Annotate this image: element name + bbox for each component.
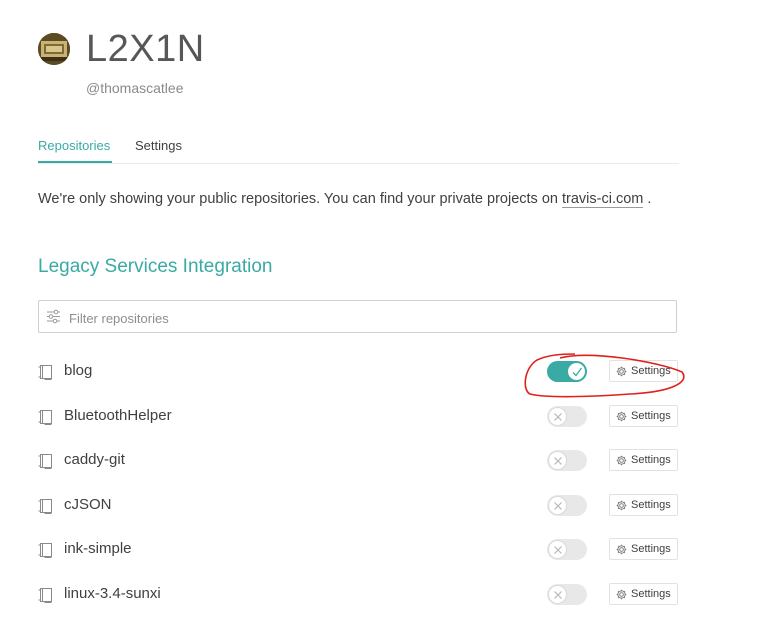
repository-toggle[interactable] bbox=[547, 584, 587, 605]
avatar bbox=[38, 33, 70, 65]
book-icon bbox=[38, 587, 53, 608]
settings-label: Settings bbox=[631, 454, 671, 467]
public-repos-notice: We're only showing your public repositor… bbox=[38, 191, 652, 208]
tab-settings[interactable]: Settings bbox=[135, 138, 182, 153]
profile-name: L2X1N bbox=[86, 28, 205, 70]
book-icon bbox=[38, 409, 53, 430]
toggle-knob bbox=[549, 407, 566, 425]
repository-name[interactable]: blog bbox=[64, 362, 92, 379]
x-icon bbox=[554, 501, 562, 510]
repository-toggle[interactable] bbox=[547, 450, 587, 472]
settings-label: Settings bbox=[631, 409, 671, 422]
filter-box[interactable] bbox=[38, 300, 677, 333]
repository-toggle[interactable] bbox=[547, 494, 587, 516]
sliders-icon bbox=[46, 309, 61, 329]
repository-row: blog Settings bbox=[38, 357, 680, 387]
filter-input[interactable] bbox=[67, 307, 671, 329]
section-title: Legacy Services Integration bbox=[38, 256, 273, 277]
toggle-knob bbox=[549, 452, 566, 470]
gear-icon bbox=[616, 589, 627, 603]
book-icon bbox=[38, 364, 53, 385]
gear-icon bbox=[616, 411, 627, 425]
repository-settings-button[interactable]: Settings bbox=[609, 538, 678, 561]
repository-settings-button[interactable]: Settings bbox=[609, 493, 678, 516]
repository-row: ink-simple Settings bbox=[38, 535, 680, 565]
repository-row: caddy-git Settings bbox=[38, 446, 680, 476]
book-icon bbox=[38, 542, 53, 563]
settings-label: Settings bbox=[631, 588, 671, 600]
x-icon bbox=[554, 457, 562, 466]
toggle-knob bbox=[549, 541, 566, 559]
settings-label: Settings bbox=[631, 543, 671, 556]
check-icon bbox=[572, 367, 582, 377]
gear-icon bbox=[616, 500, 627, 514]
settings-label: Settings bbox=[631, 498, 671, 511]
x-icon bbox=[554, 591, 562, 599]
repository-row: linux-3.4-sunxi Settings bbox=[38, 580, 680, 610]
travis-ci-link[interactable]: travis-ci.com bbox=[562, 191, 644, 208]
repository-name[interactable]: ink-simple bbox=[64, 540, 132, 557]
active-tab-indicator bbox=[38, 161, 112, 163]
tab-bar: Repositories Settings bbox=[38, 136, 679, 164]
repository-row: BluetoothHelper Settings bbox=[38, 402, 680, 432]
repository-name[interactable]: BluetoothHelper bbox=[64, 407, 172, 424]
page: L2X1N @thomascatlee Repositories Setting… bbox=[0, 0, 768, 620]
profile-login: @thomascatlee bbox=[86, 80, 184, 96]
book-icon bbox=[38, 453, 53, 474]
repository-name[interactable]: linux-3.4-sunxi bbox=[64, 585, 161, 602]
repository-name[interactable]: caddy-git bbox=[64, 451, 125, 468]
toggle-knob bbox=[549, 496, 566, 514]
repository-settings-button[interactable]: Settings bbox=[609, 583, 678, 605]
repository-toggle[interactable] bbox=[547, 361, 587, 382]
settings-label: Settings bbox=[631, 365, 671, 377]
gear-icon bbox=[616, 366, 627, 380]
repository-settings-button[interactable]: Settings bbox=[609, 360, 678, 382]
toggle-knob bbox=[568, 363, 585, 380]
book-icon bbox=[38, 498, 53, 519]
repository-settings-button[interactable]: Settings bbox=[609, 404, 678, 427]
repository-settings-button[interactable]: Settings bbox=[609, 449, 678, 472]
repository-row: cJSON Settings bbox=[38, 491, 680, 521]
repository-toggle[interactable] bbox=[547, 539, 587, 561]
repository-toggle[interactable] bbox=[547, 405, 587, 427]
x-icon bbox=[554, 412, 562, 421]
x-icon bbox=[554, 546, 562, 555]
notice-text: We're only showing your public repositor… bbox=[38, 191, 558, 207]
tab-repositories[interactable]: Repositories bbox=[38, 138, 110, 153]
repository-name[interactable]: cJSON bbox=[64, 496, 112, 513]
notice-suffix: . bbox=[647, 191, 652, 207]
gear-icon bbox=[616, 544, 627, 558]
gear-icon bbox=[616, 455, 627, 469]
toggle-knob bbox=[549, 586, 566, 603]
